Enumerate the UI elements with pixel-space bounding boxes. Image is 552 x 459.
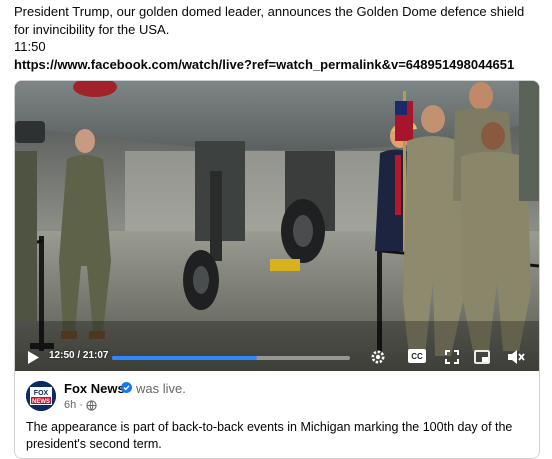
video-time: 12:50 / 21:07 xyxy=(49,350,109,361)
seek-bar[interactable] xyxy=(112,356,350,360)
volume-mute-icon[interactable] xyxy=(506,348,526,366)
video-player[interactable]: 12:50 / 21:07 CC xyxy=(15,81,539,371)
cc-icon[interactable]: CC xyxy=(408,349,426,363)
picture-in-picture-icon[interactable] xyxy=(473,348,491,366)
video-card: 12:50 / 21:07 CC FOX NEWS Fox News was l… xyxy=(14,80,540,459)
verified-badge-icon xyxy=(121,382,132,393)
seek-progress xyxy=(112,356,258,360)
video-controls: 12:50 / 21:07 CC xyxy=(15,343,539,371)
post-text: President Trump, our golden domed leader… xyxy=(14,3,539,73)
globe-icon xyxy=(86,399,97,411)
current-time: 12:50 xyxy=(49,350,75,361)
play-icon[interactable] xyxy=(25,349,41,365)
page-name[interactable]: Fox News xyxy=(64,381,125,396)
video-frame xyxy=(15,81,539,371)
avatar-text-news: NEWS xyxy=(32,399,50,405)
card-footer: FOX NEWS Fox News was live. 6h · The app… xyxy=(15,371,539,458)
post-age[interactable]: 6h xyxy=(64,399,76,411)
time-separator: / xyxy=(74,350,83,361)
duration: 21:07 xyxy=(82,350,109,361)
avatar[interactable]: FOX NEWS xyxy=(26,381,56,411)
post-meta: 6h · xyxy=(64,399,97,411)
cc-label: CC xyxy=(411,351,423,361)
meta-separator: · xyxy=(79,399,83,411)
video-caption: The appearance is part of back-to-back e… xyxy=(26,420,513,451)
live-status: was live. xyxy=(136,381,186,396)
post-link[interactable]: https://www.facebook.com/watch/live?ref=… xyxy=(14,56,539,74)
post-time: 11:50 xyxy=(14,39,46,54)
settings-icon[interactable] xyxy=(369,348,387,366)
fullscreen-icon[interactable] xyxy=(443,348,461,366)
avatar-text-fox: FOX xyxy=(34,390,49,397)
post-message: President Trump, our golden domed leader… xyxy=(14,4,525,37)
